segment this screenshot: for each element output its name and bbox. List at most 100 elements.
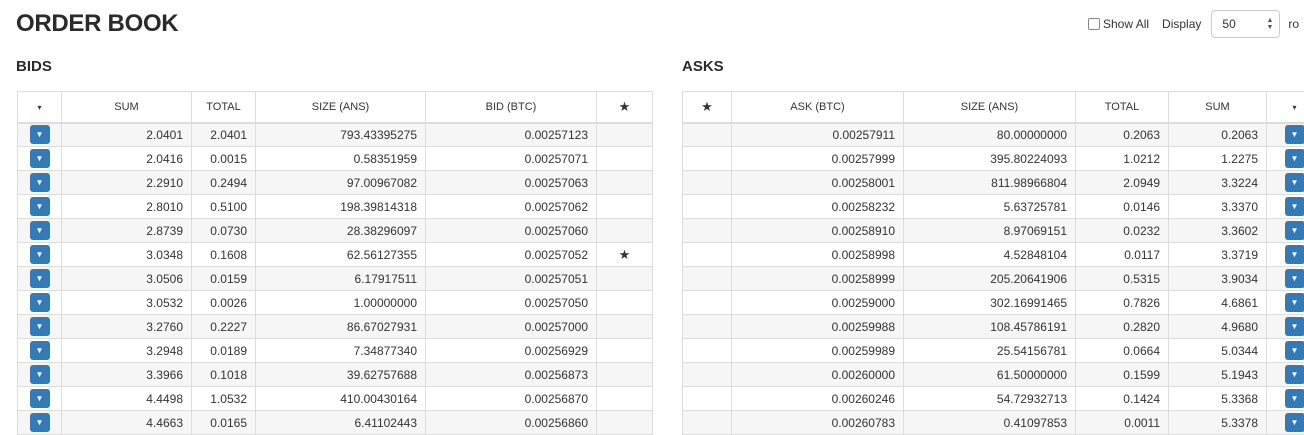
asks-header-star[interactable]: ★ [683,92,732,123]
asks-row[interactable]: 0.00257999395.802240931.02121.2275▼ [683,147,1304,171]
bid-star-cell[interactable]: ★ [597,243,653,267]
bids-row[interactable]: ▼3.39660.101839.627576880.00256873 [18,363,653,387]
row-dropdown-button[interactable]: ▼ [1285,389,1304,408]
rows-select[interactable]: 50 ▲ ▼ [1211,10,1280,38]
row-dropdown-button[interactable]: ▼ [30,125,50,144]
row-menu-cell[interactable]: ▼ [1267,411,1304,435]
bids-row[interactable]: ▼3.05320.00261.000000000.00257050 [18,291,653,315]
bids-header-bid[interactable]: BID (BTC) [426,92,597,123]
row-menu-cell[interactable]: ▼ [1267,243,1304,267]
bid-star-cell[interactable] [597,411,653,435]
bids-row[interactable]: ▼2.04012.0401793.433952750.00257123 [18,123,653,147]
row-menu-cell[interactable]: ▼ [1267,363,1304,387]
row-menu-cell[interactable]: ▼ [18,363,62,387]
bids-header-sum[interactable]: SUM [62,92,192,123]
row-menu-cell[interactable]: ▼ [18,171,62,195]
bids-header-star[interactable]: ★ [597,92,653,123]
ask-star-cell[interactable] [683,339,732,363]
asks-header-ask[interactable]: ASK (BTC) [732,92,904,123]
bids-column-menu[interactable]: ▾ [18,92,62,123]
row-menu-cell[interactable]: ▼ [1267,171,1304,195]
ask-star-cell[interactable] [683,291,732,315]
bid-star-cell[interactable] [597,339,653,363]
row-menu-cell[interactable]: ▼ [1267,339,1304,363]
bids-row[interactable]: ▼4.46630.01656.411024430.00256860 [18,411,653,435]
show-all-label[interactable]: Show All [1103,17,1149,31]
ask-star-cell[interactable] [683,147,732,171]
asks-row[interactable]: 0.00259988108.457861910.28204.9680▼ [683,315,1304,339]
ask-star-cell[interactable] [683,171,732,195]
bids-row[interactable]: ▼3.05060.01596.179175110.00257051 [18,267,653,291]
bid-star-cell[interactable] [597,315,653,339]
ask-star-cell[interactable] [683,267,732,291]
bids-header-total[interactable]: TOTAL [192,92,256,123]
row-dropdown-button[interactable]: ▼ [1285,173,1304,192]
asks-row[interactable]: 0.0025791180.000000000.20630.2063▼ [683,123,1304,147]
row-menu-cell[interactable]: ▼ [18,267,62,291]
row-dropdown-button[interactable]: ▼ [1285,269,1304,288]
asks-column-menu[interactable]: ▾ [1267,92,1304,123]
row-menu-cell[interactable]: ▼ [1267,123,1304,147]
asks-header-size[interactable]: SIZE (ANS) [904,92,1076,123]
asks-row[interactable]: 0.00259000302.169914650.78264.6861▼ [683,291,1304,315]
bid-star-cell[interactable] [597,147,653,171]
row-menu-cell[interactable]: ▼ [18,315,62,339]
asks-row[interactable]: 0.002589108.970691510.02323.3602▼ [683,219,1304,243]
row-dropdown-button[interactable]: ▼ [1285,293,1304,312]
asks-row[interactable]: 0.00258001811.989668042.09493.3224▼ [683,171,1304,195]
row-menu-cell[interactable]: ▼ [1267,195,1304,219]
row-menu-cell[interactable]: ▼ [1267,387,1304,411]
bid-star-cell[interactable] [597,267,653,291]
row-menu-cell[interactable]: ▼ [1267,147,1304,171]
asks-header-total[interactable]: TOTAL [1076,92,1169,123]
ask-star-cell[interactable] [683,363,732,387]
row-dropdown-button[interactable]: ▼ [30,317,50,336]
bids-row[interactable]: ▼3.27600.222786.670279310.00257000 [18,315,653,339]
ask-star-cell[interactable] [683,315,732,339]
bids-row[interactable]: ▼2.80100.5100198.398143180.00257062 [18,195,653,219]
bids-row[interactable]: ▼3.29480.01897.348773400.00256929 [18,339,653,363]
asks-row[interactable]: 0.00258999205.206419060.53153.9034▼ [683,267,1304,291]
row-dropdown-button[interactable]: ▼ [30,365,50,384]
row-dropdown-button[interactable]: ▼ [30,413,50,432]
bid-star-cell[interactable] [597,363,653,387]
row-menu-cell[interactable]: ▼ [18,387,62,411]
asks-row[interactable]: 0.0025998925.541567810.06645.0344▼ [683,339,1304,363]
row-menu-cell[interactable]: ▼ [18,243,62,267]
row-dropdown-button[interactable]: ▼ [1285,149,1304,168]
ask-star-cell[interactable] [683,411,732,435]
bids-row[interactable]: ▼2.04160.00150.583519590.00257071 [18,147,653,171]
row-dropdown-button[interactable]: ▼ [30,149,50,168]
row-menu-cell[interactable]: ▼ [1267,291,1304,315]
bid-star-cell[interactable] [597,123,653,147]
bids-row[interactable]: ▼2.29100.249497.009670820.00257063 [18,171,653,195]
bid-star-cell[interactable] [597,387,653,411]
row-menu-cell[interactable]: ▼ [18,411,62,435]
bid-star-cell[interactable] [597,219,653,243]
bid-star-cell[interactable] [597,171,653,195]
bid-star-cell[interactable] [597,195,653,219]
row-dropdown-button[interactable]: ▼ [30,389,50,408]
row-dropdown-button[interactable]: ▼ [1285,317,1304,336]
bid-star-cell[interactable] [597,291,653,315]
row-menu-cell[interactable]: ▼ [18,123,62,147]
row-dropdown-button[interactable]: ▼ [1285,365,1304,384]
row-dropdown-button[interactable]: ▼ [30,245,50,264]
asks-header-sum[interactable]: SUM [1169,92,1267,123]
row-menu-cell[interactable]: ▼ [18,219,62,243]
bids-row[interactable]: ▼2.87390.073028.382960970.00257060 [18,219,653,243]
row-menu-cell[interactable]: ▼ [18,339,62,363]
row-menu-cell[interactable]: ▼ [1267,315,1304,339]
row-menu-cell[interactable]: ▼ [1267,219,1304,243]
bids-row[interactable]: ▼4.44981.0532410.004301640.00256870 [18,387,653,411]
ask-star-cell[interactable] [683,387,732,411]
row-dropdown-button[interactable]: ▼ [30,221,50,240]
row-dropdown-button[interactable]: ▼ [1285,221,1304,240]
row-dropdown-button[interactable]: ▼ [30,173,50,192]
asks-row[interactable]: 0.002589984.528481040.01173.3719▼ [683,243,1304,267]
asks-row[interactable]: 0.002582325.637257810.01463.3370▼ [683,195,1304,219]
row-dropdown-button[interactable]: ▼ [1285,197,1304,216]
row-dropdown-button[interactable]: ▼ [30,293,50,312]
row-menu-cell[interactable]: ▼ [1267,267,1304,291]
asks-row[interactable]: 0.0026000061.500000000.15995.1943▼ [683,363,1304,387]
